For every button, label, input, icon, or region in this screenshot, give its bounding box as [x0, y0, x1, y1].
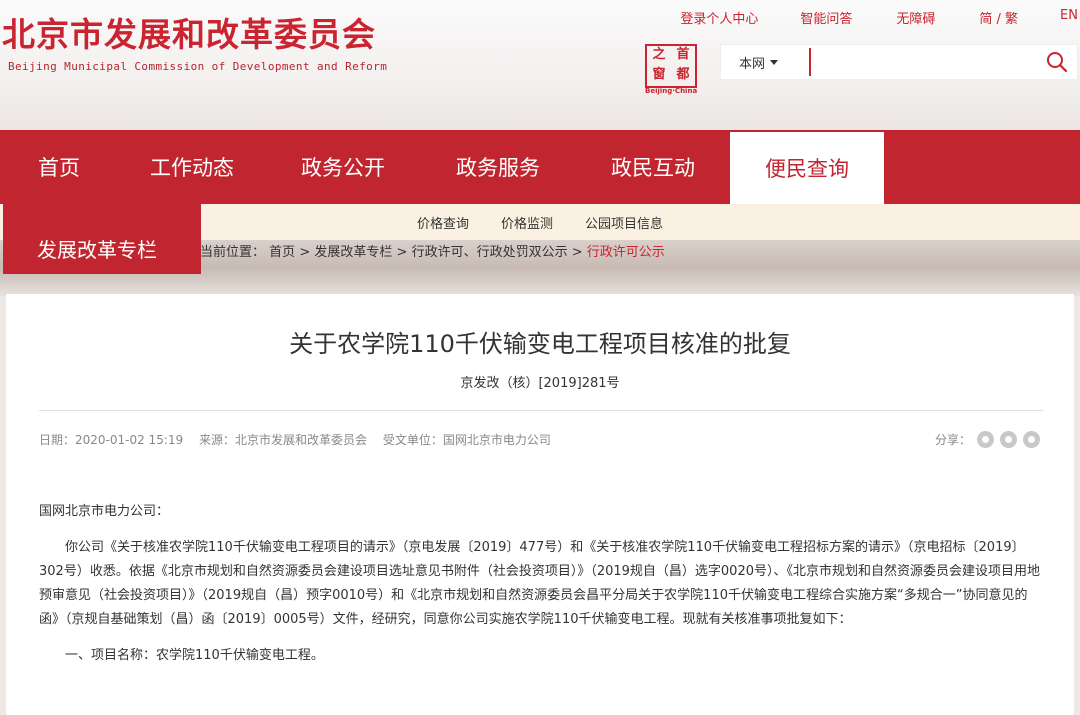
site-logo-cn[interactable]: 北京市发展和改革委员会	[2, 8, 376, 56]
article-date: 日期：2020-01-02 15:19	[39, 433, 184, 447]
breadcrumb-sep: >	[396, 245, 408, 260]
top-links: 登录个人中心 智能问答 无障碍 简 / 繁 EN	[680, 8, 1080, 27]
search-scope-select[interactable]: 本网	[721, 53, 809, 72]
side-tab[interactable]: 发展改革专栏	[3, 204, 201, 274]
seal-caption: Beijing·China	[645, 87, 698, 95]
seal-char: 之	[652, 47, 666, 62]
top-link-qa[interactable]: 智能问答	[800, 8, 852, 27]
breadcrumb-sep: >	[571, 245, 583, 260]
seal-char: 窗	[652, 67, 666, 82]
search-icon	[1047, 52, 1068, 73]
salutation: 国网北京市电力公司：	[39, 504, 170, 519]
breadcrumb-current[interactable]: 行政许可公示	[587, 245, 665, 260]
article: 关于农学院110千伏输变电工程项目核准的批复 京发改（核）[2019]281号 …	[6, 294, 1074, 715]
top-link-login[interactable]: 登录个人中心	[680, 8, 758, 27]
article-recipient: 受文单位：国网北京市电力公司	[382, 433, 551, 447]
site-logo-en: Beijing Municipal Commission of Developm…	[8, 60, 388, 73]
nav-item-interaction[interactable]: 政民互动	[576, 130, 730, 204]
article-source: 来源：北京市发展和改革委员会	[198, 433, 367, 447]
article-title: 关于农学院110千伏输变电工程项目核准的批复	[289, 330, 791, 358]
share-bar: 分享：	[935, 431, 1040, 448]
weibo-share-icon[interactable]	[1000, 431, 1017, 448]
side-tab-label: 发展改革专栏	[37, 238, 157, 262]
sub-nav-item-price-query[interactable]: 价格查询	[417, 213, 469, 232]
item-paragraph: 一、项目名称：农学院110千伏输变电工程。	[65, 648, 324, 663]
top-link-english[interactable]: EN	[1060, 8, 1078, 27]
share-label: 分享：	[934, 433, 971, 447]
article-body: 国网北京市电力公司： 你公司《关于核准农学院110千伏输变电工程项目的请示》（京…	[39, 500, 1043, 668]
nav-item-convenience[interactable]: 便民查询	[730, 130, 884, 204]
body-paragraph: 你公司《关于核准农学院110千伏输变电工程项目的请示》（京电发展〔2019〕47…	[39, 540, 1040, 627]
breadcrumb-link-dual-publicity[interactable]: 行政许可、行政处罚双公示	[412, 245, 568, 260]
nav-item-work-news[interactable]: 工作动态	[118, 130, 266, 204]
breadcrumb: 当前位置： 首页 > 发展改革专栏 > 行政许可、行政处罚双公示 > 行政许可公…	[200, 241, 665, 260]
wechat-share-icon[interactable]	[977, 431, 994, 448]
article-meta: 日期：2020-01-02 15:19 来源：北京市发展和改革委员会 受文单位：…	[39, 431, 563, 448]
breadcrumb-label: 当前位置：	[200, 245, 266, 260]
main-nav: 首页 工作动态 政务公开 政务服务 政民互动 便民查询	[0, 130, 1080, 204]
search-bar: 本网	[720, 44, 1078, 80]
search-button[interactable]	[1037, 44, 1077, 80]
qzone-share-icon[interactable]	[1023, 431, 1040, 448]
top-link-simplified-traditional[interactable]: 简 / 繁	[979, 8, 1018, 27]
breadcrumb-link-column[interactable]: 发展改革专栏	[314, 245, 392, 260]
caret-down-icon	[770, 59, 779, 65]
document-number: 京发改（核）[2019]281号	[460, 376, 620, 391]
site-header: 北京市发展和改革委员会 Beijing Municipal Commission…	[0, 0, 1080, 130]
divider	[39, 410, 1043, 411]
sub-nav-item-price-monitor[interactable]: 价格监测	[501, 213, 553, 232]
seal-char: 首	[676, 47, 690, 62]
breadcrumb-sep: >	[299, 245, 311, 260]
seal-char: 都	[676, 67, 690, 82]
sub-nav-item-park-projects[interactable]: 公园项目信息	[585, 213, 663, 232]
search-input[interactable]	[809, 48, 1037, 76]
top-link-accessibility[interactable]: 无障碍	[896, 8, 935, 27]
search-scope-label: 本网	[739, 56, 766, 72]
nav-item-public-affairs[interactable]: 政务公开	[266, 130, 420, 204]
breadcrumb-link-home[interactable]: 首页	[269, 245, 295, 260]
nav-item-home[interactable]: 首页	[0, 130, 118, 204]
capital-seal-logo: 之 首 窗 都	[645, 44, 697, 88]
nav-item-services[interactable]: 政务服务	[420, 130, 576, 204]
